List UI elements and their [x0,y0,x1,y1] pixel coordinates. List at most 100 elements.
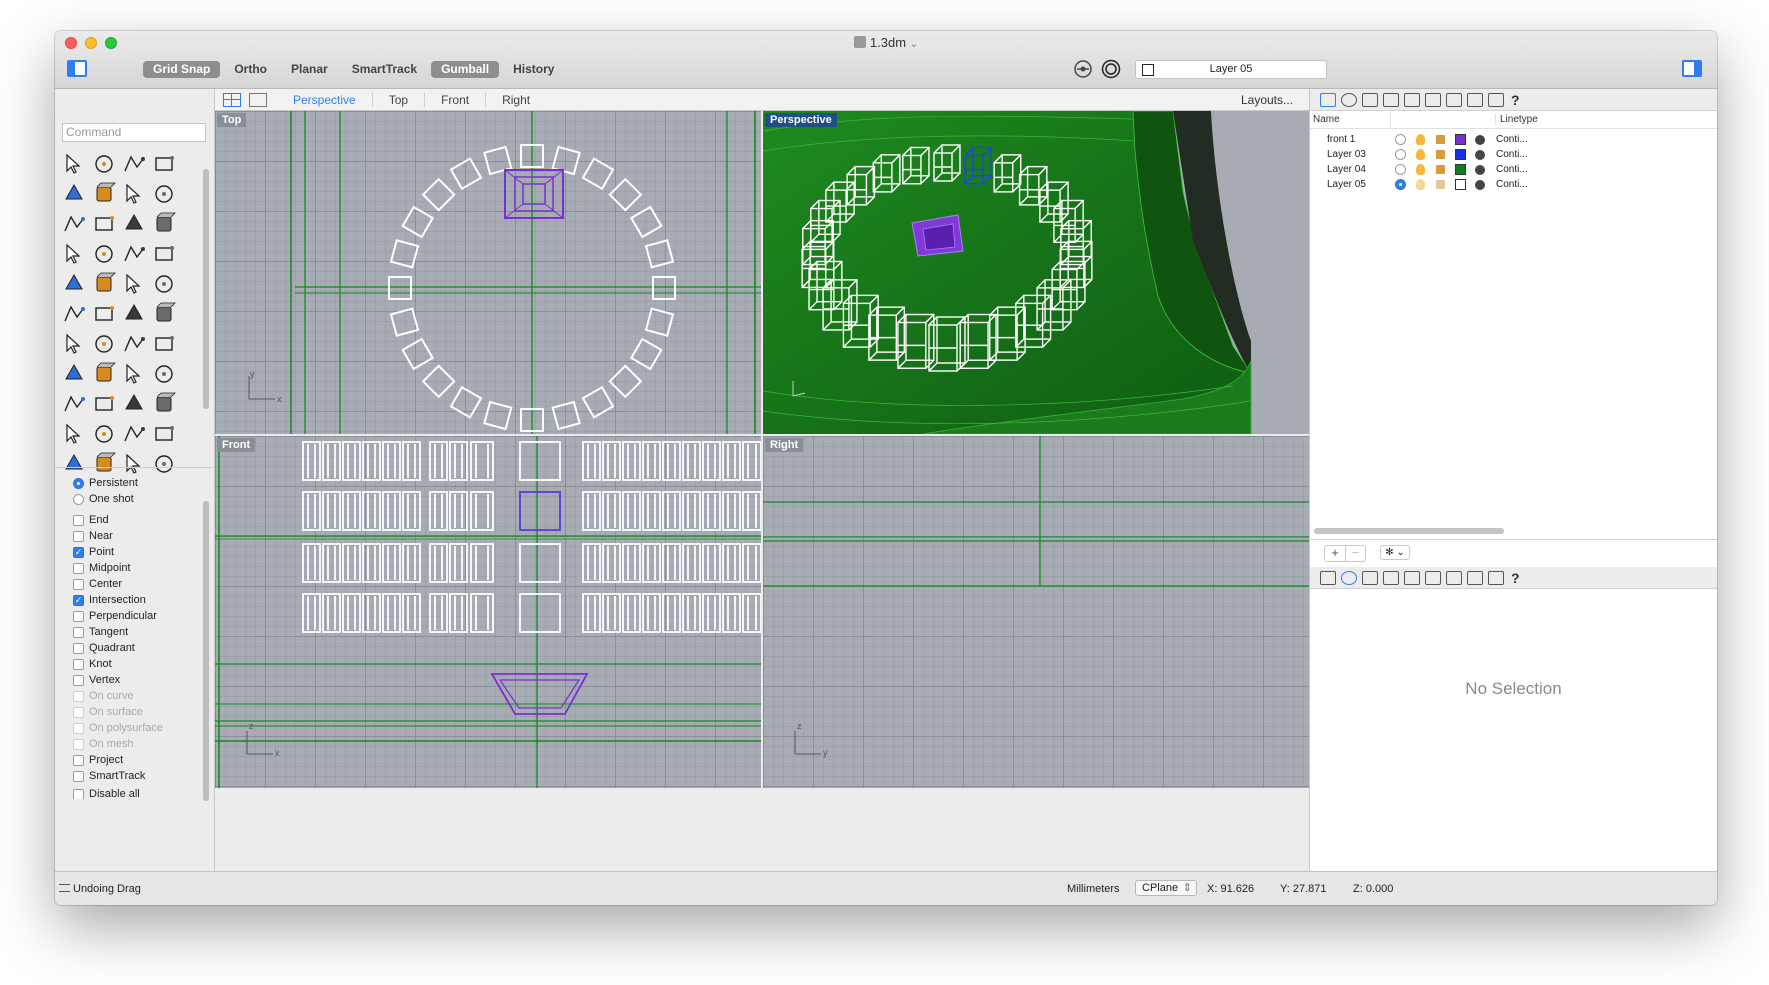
layer-row[interactable]: Layer 03 Conti... [1310,147,1717,162]
select-arrow-icon[interactable] [61,151,87,177]
osnap-tangent[interactable]: Tangent [73,624,163,640]
materials-panel-icon[interactable] [1425,92,1441,107]
layer-header-linetype[interactable]: Linetype [1495,114,1538,125]
array-grid-icon[interactable] [91,361,117,387]
layers-panel-icon[interactable] [1320,92,1336,107]
filter-icon[interactable] [1073,59,1093,79]
layer-material-icon[interactable] [1470,149,1490,160]
zoom-extents-icon[interactable] [121,421,147,447]
tab-perspective[interactable]: Perspective [277,92,373,107]
checkbox[interactable] [73,674,84,686]
osnap-intersection[interactable]: ✓ Intersection [73,592,163,608]
ellipse-icon[interactable] [91,181,117,207]
fillet-curve-icon[interactable] [91,211,117,237]
radio-button[interactable] [73,477,84,489]
layer-visible-bulb-icon[interactable] [1410,149,1430,160]
current-layer-radio-icon[interactable] [1390,164,1410,175]
layer-material-icon[interactable] [1470,179,1490,190]
sweep-icon[interactable] [151,211,177,237]
osnap-quadrant[interactable]: Quadrant [73,640,163,656]
zoom-icon[interactable] [61,421,87,447]
extrude-icon[interactable] [151,241,177,267]
command-input[interactable]: Command [62,123,206,142]
display-panel-icon[interactable] [1341,92,1357,107]
layer-lock-icon[interactable] [1430,135,1450,144]
layer-color-cell[interactable] [1450,179,1470,190]
explode-icon[interactable] [91,271,117,297]
trim-icon[interactable] [121,271,147,297]
osnap-near[interactable]: Near [73,528,163,544]
materials-panel-icon-2[interactable] [1425,570,1441,585]
layer-options-gear-icon[interactable]: ✻ ⌄ [1380,545,1410,560]
osnap-point[interactable]: ✓ Point [73,544,163,560]
single-view-layout-icon[interactable] [249,92,267,107]
text-icon[interactable] [61,331,87,357]
osnap-midpoint[interactable]: Midpoint [73,560,163,576]
viewport-label-top[interactable]: Top [217,113,247,127]
layer-color-cell[interactable] [1450,134,1470,145]
check-icon[interactable] [91,391,117,417]
boolean-icon[interactable] [61,271,87,297]
layer-lock-icon[interactable] [1430,165,1450,174]
layer-visible-bulb-icon[interactable] [1410,179,1430,190]
checkbox[interactable]: ✓ [73,546,84,558]
four-view-layout-icon[interactable] [223,92,241,107]
checkbox[interactable] [73,562,84,574]
layer-header-name[interactable]: Name [1310,114,1390,125]
ortho-view-icon[interactable] [121,451,147,477]
box-icon[interactable] [61,241,87,267]
osnap-knot[interactable]: Knot [73,656,163,672]
osnap-target-icon[interactable] [1101,59,1121,79]
polyline-icon[interactable] [121,151,147,177]
osnap-scrollbar[interactable] [203,501,209,801]
radio-button[interactable] [1394,179,1406,190]
polygon-icon[interactable] [121,181,147,207]
layer-visible-bulb-icon[interactable] [1410,164,1430,175]
pan-icon[interactable] [151,451,177,477]
osnap-perpendicular[interactable]: Perpendicular [73,608,163,624]
gumball-toggle[interactable]: Gumball [431,61,500,78]
checkbox[interactable] [73,610,84,622]
checkbox[interactable] [73,722,84,734]
layer-visible-bulb-icon[interactable] [1410,134,1430,145]
layer-color-cell[interactable] [1450,149,1470,160]
properties-panel-icon[interactable] [1341,570,1357,585]
toolbox-scrollbar[interactable] [203,169,209,409]
checkbox[interactable] [73,642,84,654]
layer-name[interactable]: front 1 [1310,134,1390,145]
display-mode-panel-icon-2[interactable] [1488,570,1504,585]
render-panel-icon[interactable] [1404,92,1420,107]
remove-layer-button[interactable]: − [1345,546,1365,561]
car-icon[interactable] [91,451,117,477]
layers-panel-icon-2[interactable] [1320,570,1336,585]
osnap-smarttrack[interactable]: SmartTrack [73,768,163,784]
layer-material-icon[interactable] [1470,134,1490,145]
blocks-panel-icon[interactable] [1383,92,1399,107]
checkbox[interactable]: ✓ [73,594,84,606]
viewport-front[interactable]: z x Front [215,436,761,788]
history-toggle[interactable]: History [503,61,564,78]
smarttrack-toggle[interactable]: SmartTrack [342,61,427,78]
osnap-end[interactable]: End [73,512,163,528]
osnap-on-mesh[interactable]: On mesh [73,736,163,752]
current-layer-selector[interactable]: Layer 05 [1135,60,1327,79]
checkbox[interactable] [73,706,84,718]
checkbox[interactable] [73,578,84,590]
rotate-icon[interactable] [151,361,177,387]
checkbox[interactable] [73,514,84,526]
checkbox[interactable] [73,789,84,799]
fillet-edge-icon[interactable] [61,301,87,327]
current-layer-radio-icon[interactable] [1390,149,1410,160]
cylinder-icon[interactable] [121,241,147,267]
current-layer-radio-icon[interactable] [1390,179,1410,190]
mesh-icon[interactable] [91,301,117,327]
layer-linetype[interactable]: Conti... [1490,149,1540,160]
named-view-panel-icon-2[interactable] [1467,570,1483,585]
checkbox[interactable] [73,530,84,542]
cplane-select[interactable]: CPlane ⇕ [1135,880,1197,896]
layer-linetype[interactable]: Conti... [1490,179,1540,190]
current-layer-radio-icon[interactable] [1390,134,1410,145]
viewport-label-front[interactable]: Front [217,438,256,452]
layer-linetype[interactable]: Conti... [1490,164,1540,175]
osnap-on-curve[interactable]: On curve [73,688,163,704]
